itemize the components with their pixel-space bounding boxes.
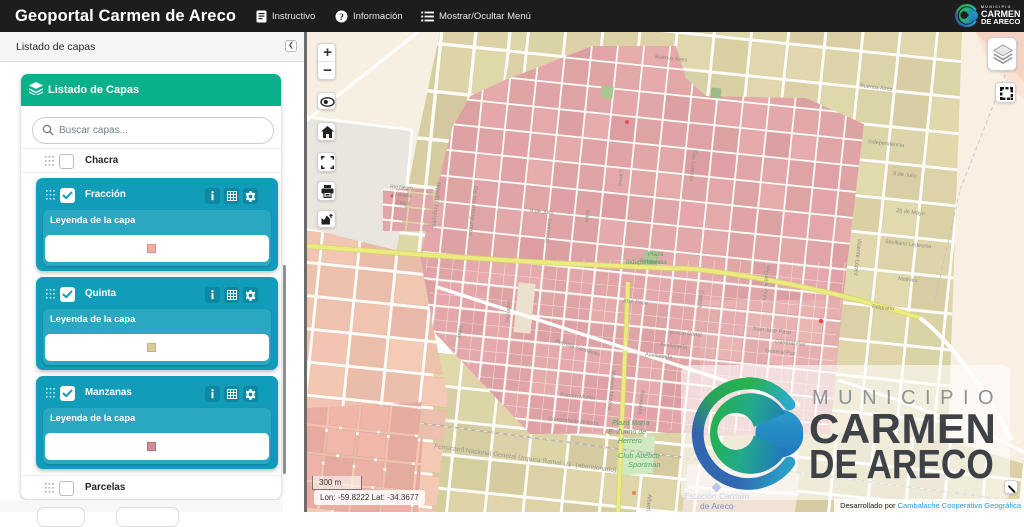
svg-text:Club Atlético: Club Atlético — [618, 451, 660, 460]
svg-text:Plaza María: Plaza María — [612, 420, 649, 427]
svg-text:Plaza: Plaza — [648, 251, 664, 258]
svg-text:E. Zurino de: E. Zurino de — [608, 429, 646, 436]
svg-text:Herrero: Herrero — [618, 438, 642, 445]
svg-text:Mitre: Mitre — [583, 210, 590, 223]
svg-text:de Areco: de Areco — [700, 501, 734, 511]
svg-text:Independencia: Independencia — [626, 259, 667, 266]
svg-text:Sportman: Sportman — [628, 460, 661, 469]
svg-text:Chaco: Chaco — [396, 200, 411, 207]
svg-text:?: ? — [339, 12, 344, 22]
